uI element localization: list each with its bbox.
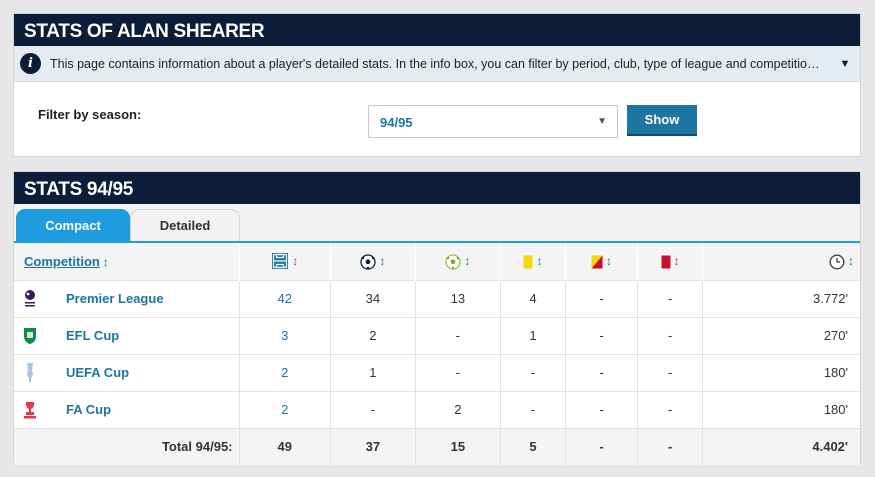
yellow-cards-cell: 4 [499, 279, 566, 317]
goals-header[interactable]: ↕ [329, 241, 416, 280]
appearances-cell[interactable]: 2 [238, 353, 331, 391]
goals-icon [360, 253, 377, 270]
minutes-cell: 180' [702, 390, 860, 428]
total-yellow-cards: 5 [499, 427, 566, 465]
sort-icon[interactable]: ↕ [464, 254, 470, 268]
assists-cell: 2 [414, 390, 501, 428]
premier-league-logo [22, 288, 38, 310]
competition-sort-link[interactable]: Competition [24, 254, 100, 269]
table-row: FA Cup 2 - 2 - - - 180' [14, 390, 860, 428]
total-appearances: 49 [238, 427, 331, 465]
minutes-cell: 3.772' [702, 279, 860, 317]
yellow-cards-cell: - [499, 390, 566, 428]
competition-link[interactable]: FA Cup [66, 402, 111, 417]
total-row: Total 94/95: 49 37 15 5 - - 4.402' [14, 427, 860, 465]
appearances-cell[interactable]: 2 [238, 390, 331, 428]
red-cards-cell: - [636, 316, 703, 354]
fa-cup-logo [22, 399, 38, 421]
season-filter: Filter by season: 94/95 ▼ Show [14, 82, 860, 157]
total-red-cards: - [636, 427, 703, 465]
competition-link[interactable]: UEFA Cup [66, 365, 129, 380]
show-button[interactable]: Show [627, 105, 697, 136]
table-header-row: Competition ↕ ↕ ↕ ↕ ↕ ↕ ↕ ↕ [14, 241, 860, 280]
minutes-cell: 270' [702, 316, 860, 354]
second-yellow-cell: - [565, 353, 638, 391]
total-second-yellow: - [565, 427, 638, 465]
table-row: UEFA Cup 2 1 - - - - 180' [14, 353, 860, 391]
season-select-value: 94/95 [380, 115, 413, 130]
filter-label: Filter by season: [38, 107, 142, 122]
red-card-icon [661, 255, 671, 269]
red-cards-cell: - [636, 353, 703, 391]
stats-tabs: Compact Detailed [14, 204, 860, 241]
second-yellow-cell: - [565, 316, 638, 354]
info-icon: i [20, 53, 41, 74]
assists-header[interactable]: ↕ [414, 241, 501, 280]
stats-table: Competition ↕ ↕ ↕ ↕ ↕ ↕ ↕ ↕ Premier Leag… [14, 241, 860, 465]
appearances-header[interactable]: ↕ [238, 241, 331, 280]
red-cards-cell: - [636, 279, 703, 317]
yellow-cards-cell: 1 [499, 316, 566, 354]
goals-cell: - [329, 390, 416, 428]
player-stats-panel: STATS OF ALAN SHEARER i This page contai… [13, 13, 861, 157]
goals-cell: 2 [329, 316, 416, 354]
sort-icon[interactable]: ↕ [292, 254, 298, 268]
sort-icon[interactable]: ↕ [606, 254, 612, 268]
total-label: Total 94/95: [14, 427, 239, 465]
sort-icon[interactable]: ↕ [848, 254, 854, 268]
competition-header[interactable]: Competition ↕ [14, 241, 239, 280]
yellow-cards-header[interactable]: ↕ [499, 241, 566, 280]
minutes-cell: 180' [702, 353, 860, 391]
appearances-icon [271, 252, 289, 270]
red-cards-cell: - [636, 390, 703, 428]
red-cards-header[interactable]: ↕ [636, 241, 703, 280]
sort-icon[interactable]: ↕ [674, 254, 680, 268]
sort-icon[interactable]: ↕ [536, 254, 542, 268]
efl-cup-logo [22, 325, 38, 347]
clock-icon [829, 254, 845, 270]
stats-title: STATS 94/95 [14, 172, 860, 204]
second-yellow-cell: - [565, 279, 638, 317]
page-title: STATS OF ALAN SHEARER [14, 14, 860, 46]
sort-icon[interactable]: ↕ [103, 255, 109, 269]
sort-icon[interactable]: ↕ [379, 254, 385, 268]
tab-detailed[interactable]: Detailed [130, 209, 240, 241]
competition-link[interactable]: Premier League [66, 291, 164, 306]
total-minutes: 4.402' [702, 427, 860, 465]
goals-cell: 1 [329, 353, 416, 391]
competition-link[interactable]: EFL Cup [66, 328, 119, 343]
appearances-cell[interactable]: 3 [238, 316, 331, 354]
total-assists: 15 [414, 427, 501, 465]
second-yellow-icon [591, 255, 603, 269]
total-goals: 37 [329, 427, 416, 465]
season-select[interactable]: 94/95 ▼ [368, 105, 618, 138]
table-row: EFL Cup 3 2 - 1 - - 270' [14, 316, 860, 354]
yellow-cards-cell: - [499, 353, 566, 391]
table-row: Premier League 42 34 13 4 - - 3.772' [14, 279, 860, 317]
yellow-card-icon [523, 255, 533, 269]
info-text: This page contains information about a p… [50, 56, 830, 71]
assists-cell: 13 [414, 279, 501, 317]
minutes-header[interactable]: ↕ [702, 241, 860, 280]
goals-cell: 34 [329, 279, 416, 317]
info-bar[interactable]: i This page contains information about a… [14, 46, 860, 82]
second-yellow-header[interactable]: ↕ [565, 241, 638, 280]
dropdown-arrow-icon: ▼ [597, 116, 607, 127]
chevron-down-icon[interactable]: ▼ [830, 58, 860, 70]
appearances-cell[interactable]: 42 [238, 279, 331, 317]
second-yellow-cell: - [565, 390, 638, 428]
assists-cell: - [414, 316, 501, 354]
season-stats-panel: STATS 94/95 Compact Detailed Competition… [13, 171, 861, 465]
assists-icon [445, 253, 461, 270]
assists-cell: - [414, 353, 501, 391]
uefa-cup-logo [22, 362, 38, 384]
tab-compact[interactable]: Compact [16, 209, 140, 241]
